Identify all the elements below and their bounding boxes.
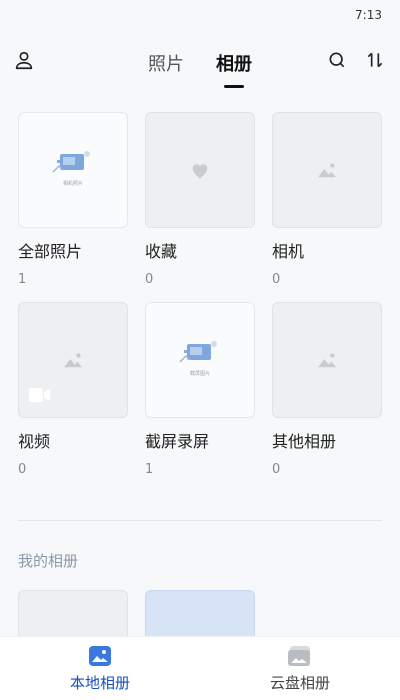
- album-count: 1: [18, 272, 27, 287]
- album-favorites[interactable]: 收藏 0: [145, 112, 255, 302]
- album-name: 截屏录屏: [145, 432, 210, 451]
- search-icon[interactable]: [326, 48, 348, 72]
- album-camera[interactable]: 相机 0: [272, 112, 382, 302]
- status-time: 7:13: [355, 8, 382, 22]
- photo-album-icon: [89, 646, 111, 666]
- album-all-photos[interactable]: 相机照片 全部照片 1: [18, 112, 128, 302]
- album-name: 收藏: [145, 242, 178, 261]
- cloud-album-icon: [288, 646, 310, 666]
- album-count: 1: [145, 462, 154, 477]
- nav-label: 本地相册: [69, 674, 130, 692]
- thumb-caption: 相机照片: [62, 181, 83, 187]
- person-icon[interactable]: [12, 48, 36, 72]
- album-count: 0: [272, 462, 281, 477]
- tab-photos[interactable]: 照片: [146, 46, 186, 80]
- section-divider: [18, 520, 382, 521]
- album-count: 0: [145, 272, 154, 287]
- video-icon: [29, 388, 50, 402]
- album-count: 0: [18, 462, 27, 477]
- album-thumbnail: 相机照片: [18, 112, 128, 228]
- album-thumbnail: [272, 302, 382, 418]
- sort-icon[interactable]: [364, 48, 386, 72]
- image-placeholder-icon: [64, 353, 82, 368]
- album-grid: 相机照片 全部照片 1 收藏 0 相机 0 视频 0 截屏图片 截屏录屏 1 其…: [18, 112, 384, 492]
- tab-albums[interactable]: 相册: [214, 46, 254, 80]
- my-albums-title: 我的相册: [18, 552, 79, 570]
- nav-local-albums[interactable]: 本地相册: [0, 637, 200, 700]
- album-thumbnail: 截屏图片: [145, 302, 255, 418]
- album-name: 其他相册: [272, 432, 337, 451]
- top-bar: 照片 相册: [0, 30, 400, 92]
- status-bar: 7:13: [0, 0, 400, 30]
- bottom-nav: 本地相册 云盘相册: [0, 636, 400, 700]
- album-screenshots[interactable]: 截屏图片 截屏录屏 1: [145, 302, 255, 492]
- album-thumbnail: [18, 302, 128, 418]
- thumb-caption: 截屏图片: [189, 371, 210, 377]
- nav-cloud-albums[interactable]: 云盘相册: [200, 637, 400, 700]
- album-thumbnail: [145, 112, 255, 228]
- image-placeholder-icon: [318, 353, 336, 368]
- album-name: 视频: [18, 432, 51, 451]
- album-videos[interactable]: 视频 0: [18, 302, 128, 492]
- image-placeholder-icon: [318, 163, 336, 178]
- album-count: 0: [272, 272, 281, 287]
- heart-icon: [192, 164, 208, 179]
- header-actions: [326, 48, 386, 72]
- album-name: 相机: [272, 242, 305, 261]
- album-name: 全部照片: [18, 242, 83, 261]
- nav-label: 云盘相册: [269, 674, 330, 692]
- album-thumbnail: [272, 112, 382, 228]
- album-other[interactable]: 其他相册 0: [272, 302, 382, 492]
